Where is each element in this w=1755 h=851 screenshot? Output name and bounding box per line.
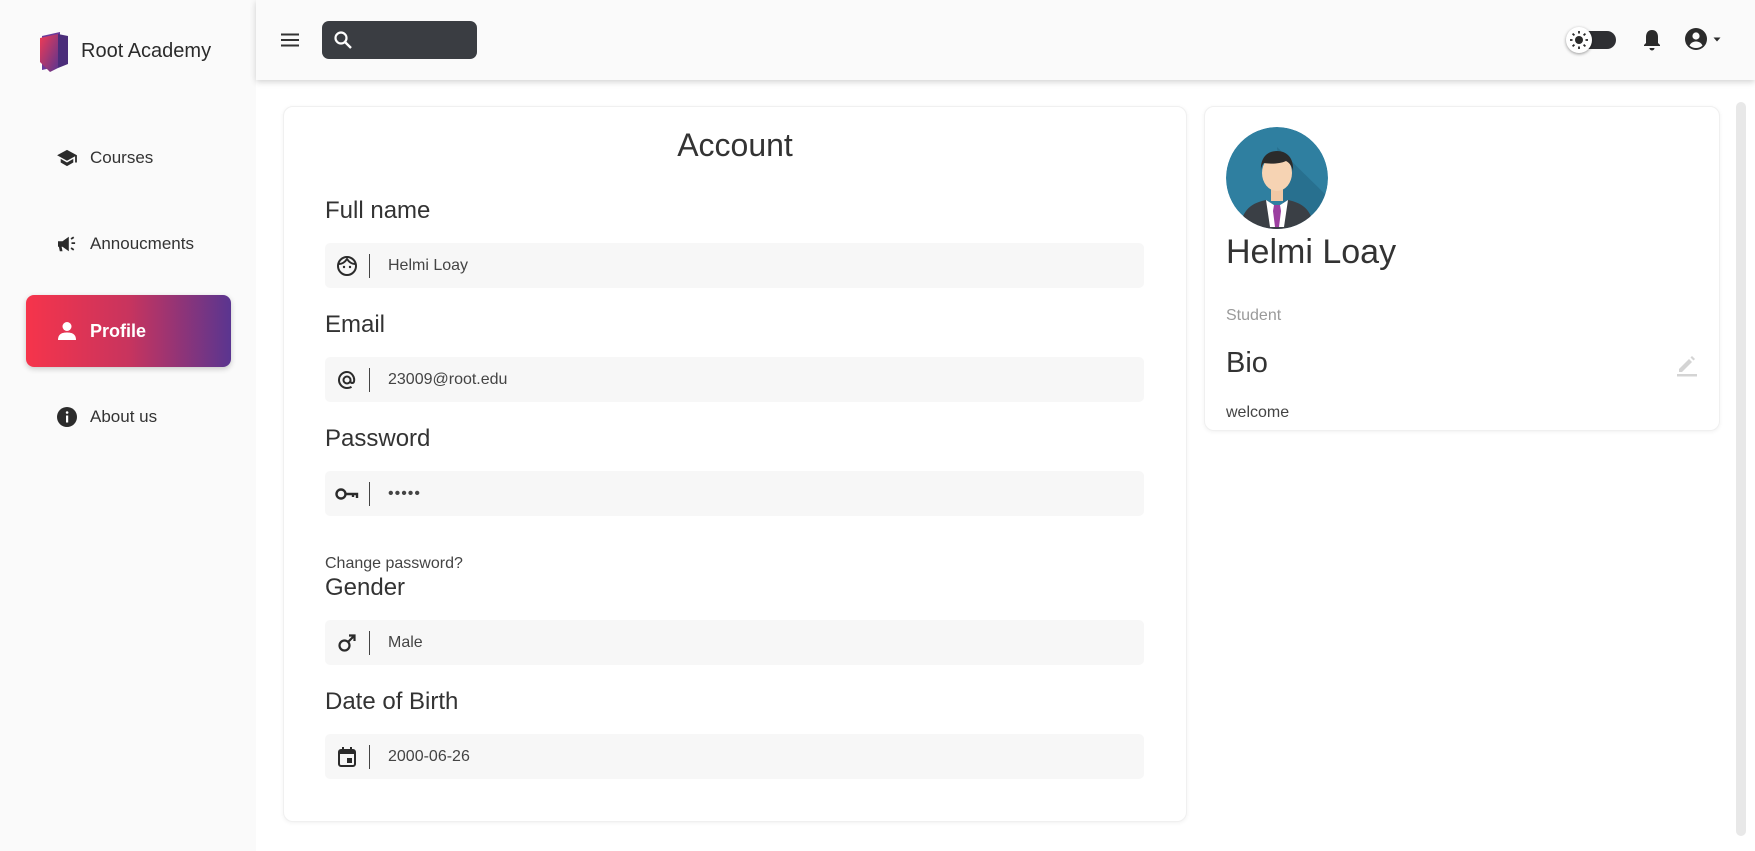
info-icon (56, 406, 78, 428)
field-divider (369, 367, 370, 392)
chevron-down-icon (1713, 37, 1721, 42)
gender-label: Gender (325, 574, 406, 601)
sidebar-item-profile[interactable]: Profile (26, 295, 231, 367)
brand[interactable]: Root Academy (38, 30, 211, 72)
search-input[interactable] (362, 27, 470, 53)
field-divider (369, 630, 370, 655)
field-divider (369, 253, 370, 278)
email-field[interactable]: 23009@root.edu (325, 357, 1144, 402)
main-content: Account Full name Helmi Loay Email 23009… (256, 80, 1755, 851)
full-name-label: Full name (325, 197, 431, 224)
sidebar-item-courses[interactable]: Courses (26, 122, 231, 194)
password-value: ••••• (388, 484, 422, 502)
profile-name: Helmi Loay (1226, 233, 1397, 271)
theme-toggle[interactable] (1566, 27, 1618, 53)
field-divider (369, 481, 370, 506)
male-icon (325, 633, 369, 653)
sidebar-item-about-us[interactable]: About us (26, 381, 231, 453)
gender-value: Male (388, 633, 423, 651)
sidebar-item-label: Courses (90, 148, 154, 167)
full-name-field[interactable]: Helmi Loay (325, 243, 1144, 288)
account-menu[interactable] (1684, 27, 1723, 51)
field-divider (369, 744, 370, 769)
account-circle-icon (1685, 28, 1707, 50)
edit-pencil-icon (1677, 356, 1697, 377)
profile-card: Helmi Loay Student Bio welcome (1204, 106, 1720, 431)
sidebar-item-annoucments[interactable]: Annoucments (26, 208, 231, 280)
top-bar (256, 0, 1755, 80)
scrollbar[interactable] (1736, 102, 1746, 836)
date-of-birth-field[interactable]: 2000-06-26 (325, 734, 1144, 779)
theme-toggle-knob (1566, 27, 1592, 53)
avatar (1226, 127, 1328, 229)
calendar-icon (325, 746, 369, 768)
key-icon (325, 487, 369, 501)
search-icon (334, 31, 352, 49)
gender-field[interactable]: Male (325, 620, 1144, 665)
sidebar-item-label: Profile (90, 320, 147, 341)
account-title: Account (677, 127, 793, 163)
edit-bio-button[interactable] (1676, 354, 1698, 383)
search-box[interactable] (322, 21, 477, 59)
email-label: Email (325, 311, 386, 338)
bio-title: Bio (1226, 347, 1268, 379)
sidebar-item-label: About us (90, 407, 158, 426)
password-field[interactable]: ••••• (325, 471, 1144, 516)
brand-name: Root Academy (81, 39, 212, 62)
megaphone-icon (56, 233, 78, 255)
account-card: Account Full name Helmi Loay Email 23009… (283, 106, 1187, 822)
date-of-birth-value: 2000-06-26 (388, 747, 470, 765)
date-of-birth-label: Date of Birth (325, 688, 459, 715)
full-name-value: Helmi Loay (388, 256, 469, 274)
face-icon (325, 255, 369, 277)
password-label: Password (325, 425, 431, 452)
at-sign-icon (325, 369, 369, 391)
bio-text: welcome (1226, 404, 1290, 421)
book-logo-icon (40, 32, 68, 72)
email-value: 23009@root.edu (388, 370, 508, 388)
change-password-link[interactable]: Change password? (325, 555, 463, 573)
sun-icon (1570, 31, 1588, 49)
bell-icon (1644, 30, 1660, 51)
graduation-cap-icon (56, 147, 78, 169)
person-icon (56, 320, 78, 342)
profile-role: Student (1226, 307, 1282, 324)
sidebar-item-label: Annoucments (90, 234, 194, 253)
sidebar: Root Academy Courses Annoucments Profile… (0, 0, 256, 851)
notifications-button[interactable] (1642, 28, 1662, 57)
hamburger-menu-icon[interactable] (278, 28, 302, 52)
